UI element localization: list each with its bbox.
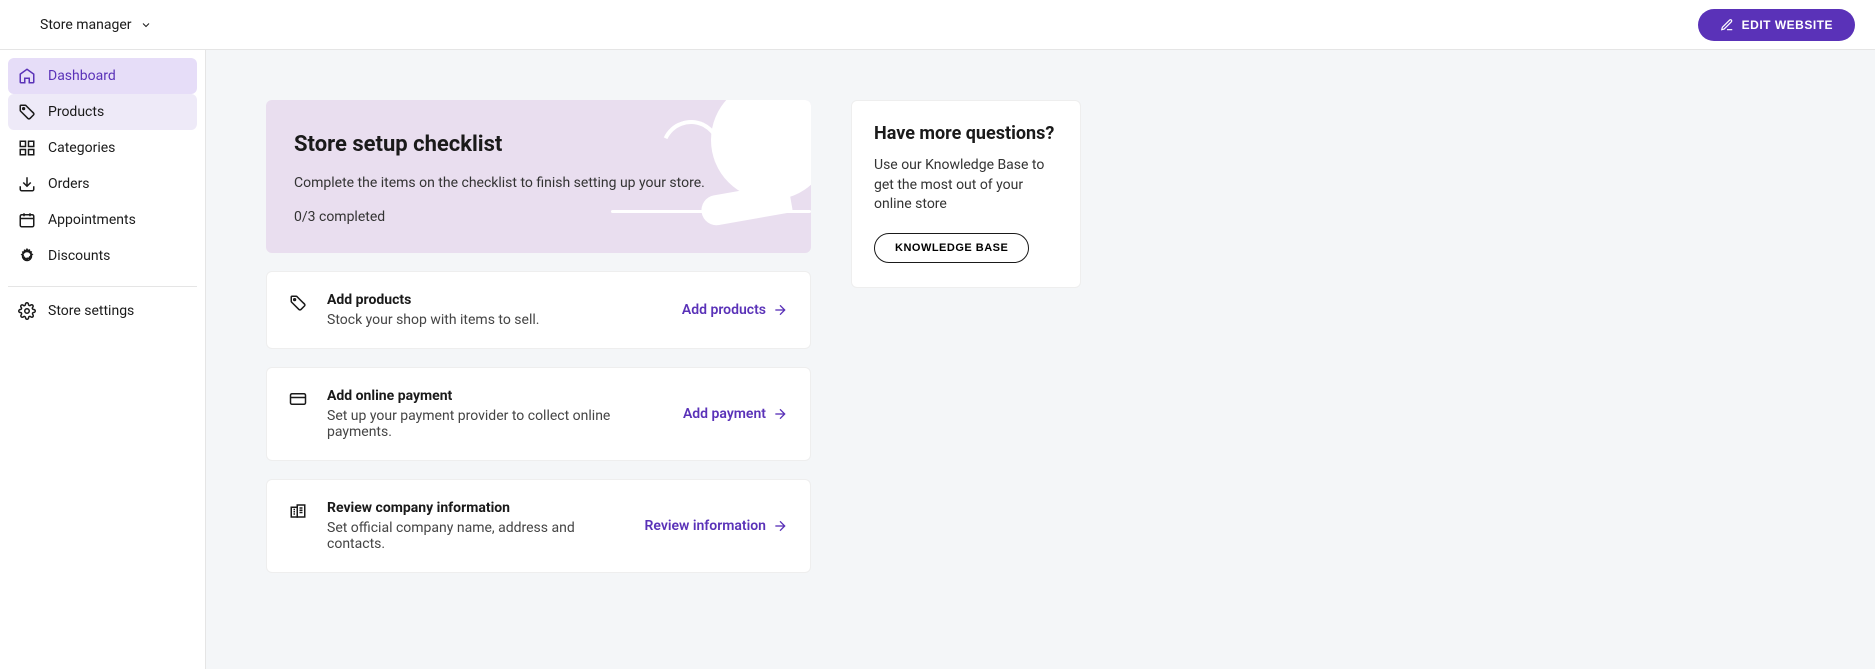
sidebar-item-label: Discounts [48, 248, 110, 264]
arrow-right-icon [772, 302, 788, 318]
checklist-title: Add products [327, 292, 664, 308]
checklist-action-add-products[interactable]: Add products [682, 302, 788, 318]
sidebar-divider [8, 286, 197, 287]
calendar-icon [18, 211, 36, 229]
sidebar-item-label: Store settings [48, 303, 134, 319]
checklist-card-review-company: Review company information Set official … [266, 479, 811, 573]
sidebar-item-label: Categories [48, 140, 115, 156]
sidebar-item-dashboard[interactable]: Dashboard [8, 58, 197, 94]
store-switcher[interactable]: Store manager [40, 17, 152, 33]
store-switcher-label: Store manager [40, 17, 132, 33]
arrow-right-icon [772, 518, 788, 534]
checklist-card-add-payment: Add online payment Set up your payment p… [266, 367, 811, 461]
sidebar-item-discounts[interactable]: Discounts [8, 238, 197, 274]
checklist-desc: Stock your shop with items to sell. [327, 312, 664, 328]
sidebar-item-categories[interactable]: Categories [8, 130, 197, 166]
sidebar-item-label: Products [48, 104, 104, 120]
building-icon [289, 502, 309, 520]
hero-subtitle: Complete the items on the checklist to f… [294, 175, 783, 191]
chevron-down-icon [140, 19, 152, 31]
main-content: Store setup checklist Complete the items… [205, 50, 1875, 669]
pencil-icon [1720, 18, 1734, 32]
tag-icon [18, 103, 36, 121]
sidebar-item-label: Dashboard [48, 68, 116, 84]
checklist-title: Add online payment [327, 388, 665, 404]
sidebar-item-label: Orders [48, 176, 90, 192]
sidebar-item-store-settings[interactable]: Store settings [8, 293, 197, 329]
topbar: Store manager EDIT WEBSITE [0, 0, 1875, 50]
arrow-right-icon [772, 406, 788, 422]
tag-icon [289, 294, 309, 312]
hero-title: Store setup checklist [294, 132, 783, 157]
setup-checklist-hero: Store setup checklist Complete the items… [266, 100, 811, 253]
checklist-action-review-information[interactable]: Review information [645, 518, 789, 534]
checklist-action-label: Review information [645, 518, 767, 534]
checklist-action-label: Add products [682, 302, 766, 318]
sidebar-item-orders[interactable]: Orders [8, 166, 197, 202]
checklist-desc: Set up your payment provider to collect … [327, 408, 665, 440]
grid-icon [18, 139, 36, 157]
checklist-desc: Set official company name, address and c… [327, 520, 627, 552]
edit-website-button[interactable]: EDIT WEBSITE [1698, 9, 1855, 41]
knowledge-base-button[interactable]: KNOWLEDGE BASE [874, 233, 1029, 263]
card-icon [289, 390, 309, 408]
sidebar: Dashboard Products Categories Orders [0, 50, 205, 669]
kb-title: Have more questions? [874, 123, 1058, 144]
checklist-card-add-products: Add products Stock your shop with items … [266, 271, 811, 349]
sidebar-item-appointments[interactable]: Appointments [8, 202, 197, 238]
edit-website-label: EDIT WEBSITE [1742, 18, 1833, 32]
checklist-action-add-payment[interactable]: Add payment [683, 406, 788, 422]
download-icon [18, 175, 36, 193]
hero-progress: 0/3 completed [294, 209, 783, 225]
home-icon [18, 67, 36, 85]
sidebar-item-label: Appointments [48, 212, 136, 228]
sidebar-item-products[interactable]: Products [8, 94, 197, 130]
gear-icon [18, 302, 36, 320]
knowledge-base-card: Have more questions? Use our Knowledge B… [851, 100, 1081, 288]
checklist-title: Review company information [327, 500, 627, 516]
checklist-action-label: Add payment [683, 406, 766, 422]
kb-desc: Use our Knowledge Base to get the most o… [874, 156, 1058, 215]
badge-icon [18, 247, 36, 265]
